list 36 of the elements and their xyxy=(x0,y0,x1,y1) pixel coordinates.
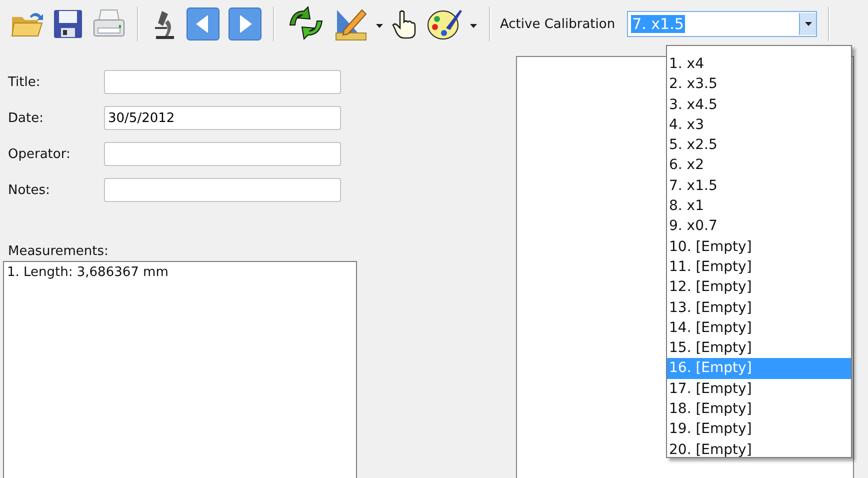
measurements-label: Measurements: xyxy=(7,244,110,259)
field-label: Title: xyxy=(7,74,42,90)
pointing-hand-icon xyxy=(392,9,418,39)
dropdown-option[interactable]: 17. [Empty] xyxy=(667,378,851,400)
dropdown-option[interactable]: 18. [Empty] xyxy=(667,399,851,420)
calibration-label: Active Calibration xyxy=(500,16,616,32)
dropdown-option[interactable]: 12. [Empty] xyxy=(667,277,851,298)
dropdown-option[interactable]: 20. [Empty] xyxy=(667,440,851,460)
dropdown-option[interactable]: 2. x3.5 xyxy=(667,74,851,95)
field-label: Operator: xyxy=(7,146,72,162)
dropdown-option[interactable]: 19. [Empty] xyxy=(667,419,851,440)
previous-button[interactable] xyxy=(184,7,222,41)
caret-icon[interactable] xyxy=(470,24,477,28)
dropdown-option[interactable]: 11. [Empty] xyxy=(667,256,851,278)
dropdown-option[interactable]: 1. x4 xyxy=(667,54,851,74)
next-button[interactable] xyxy=(226,7,264,41)
input-field[interactable] xyxy=(104,178,341,202)
dropdown-option[interactable]: 10. [Empty] xyxy=(667,236,851,257)
list-item[interactable]: 1. Length: 3,686367 mm xyxy=(4,262,356,283)
dropdown-option[interactable]: 5. x2.5 xyxy=(667,135,851,156)
field-label: Notes: xyxy=(7,182,51,198)
dropdown-option[interactable]: 7. x1.5 xyxy=(667,176,851,196)
dropdown-option[interactable]: 4. x3 xyxy=(667,114,851,136)
dropdown-option[interactable]: 14. [Empty] xyxy=(667,318,851,338)
input-field[interactable]: 30/5/2012 xyxy=(104,106,341,130)
dropdown-option[interactable]: 6. x2 xyxy=(667,155,851,176)
dropdown-option[interactable]: 8. x1 xyxy=(667,196,851,216)
dropdown-option[interactable]: 3. x4.5 xyxy=(667,94,851,115)
caret-icon[interactable] xyxy=(376,24,383,28)
dropdown-option[interactable]: 13. [Empty] xyxy=(667,298,851,318)
input-field[interactable] xyxy=(104,142,341,166)
dropdown-option[interactable]: 15. [Empty] xyxy=(667,338,851,358)
field-label: Date: xyxy=(7,110,44,126)
caret-icon xyxy=(804,22,812,26)
dropdown-option[interactable]: 9. x0.7 xyxy=(667,216,851,237)
input-field[interactable] xyxy=(104,70,341,94)
